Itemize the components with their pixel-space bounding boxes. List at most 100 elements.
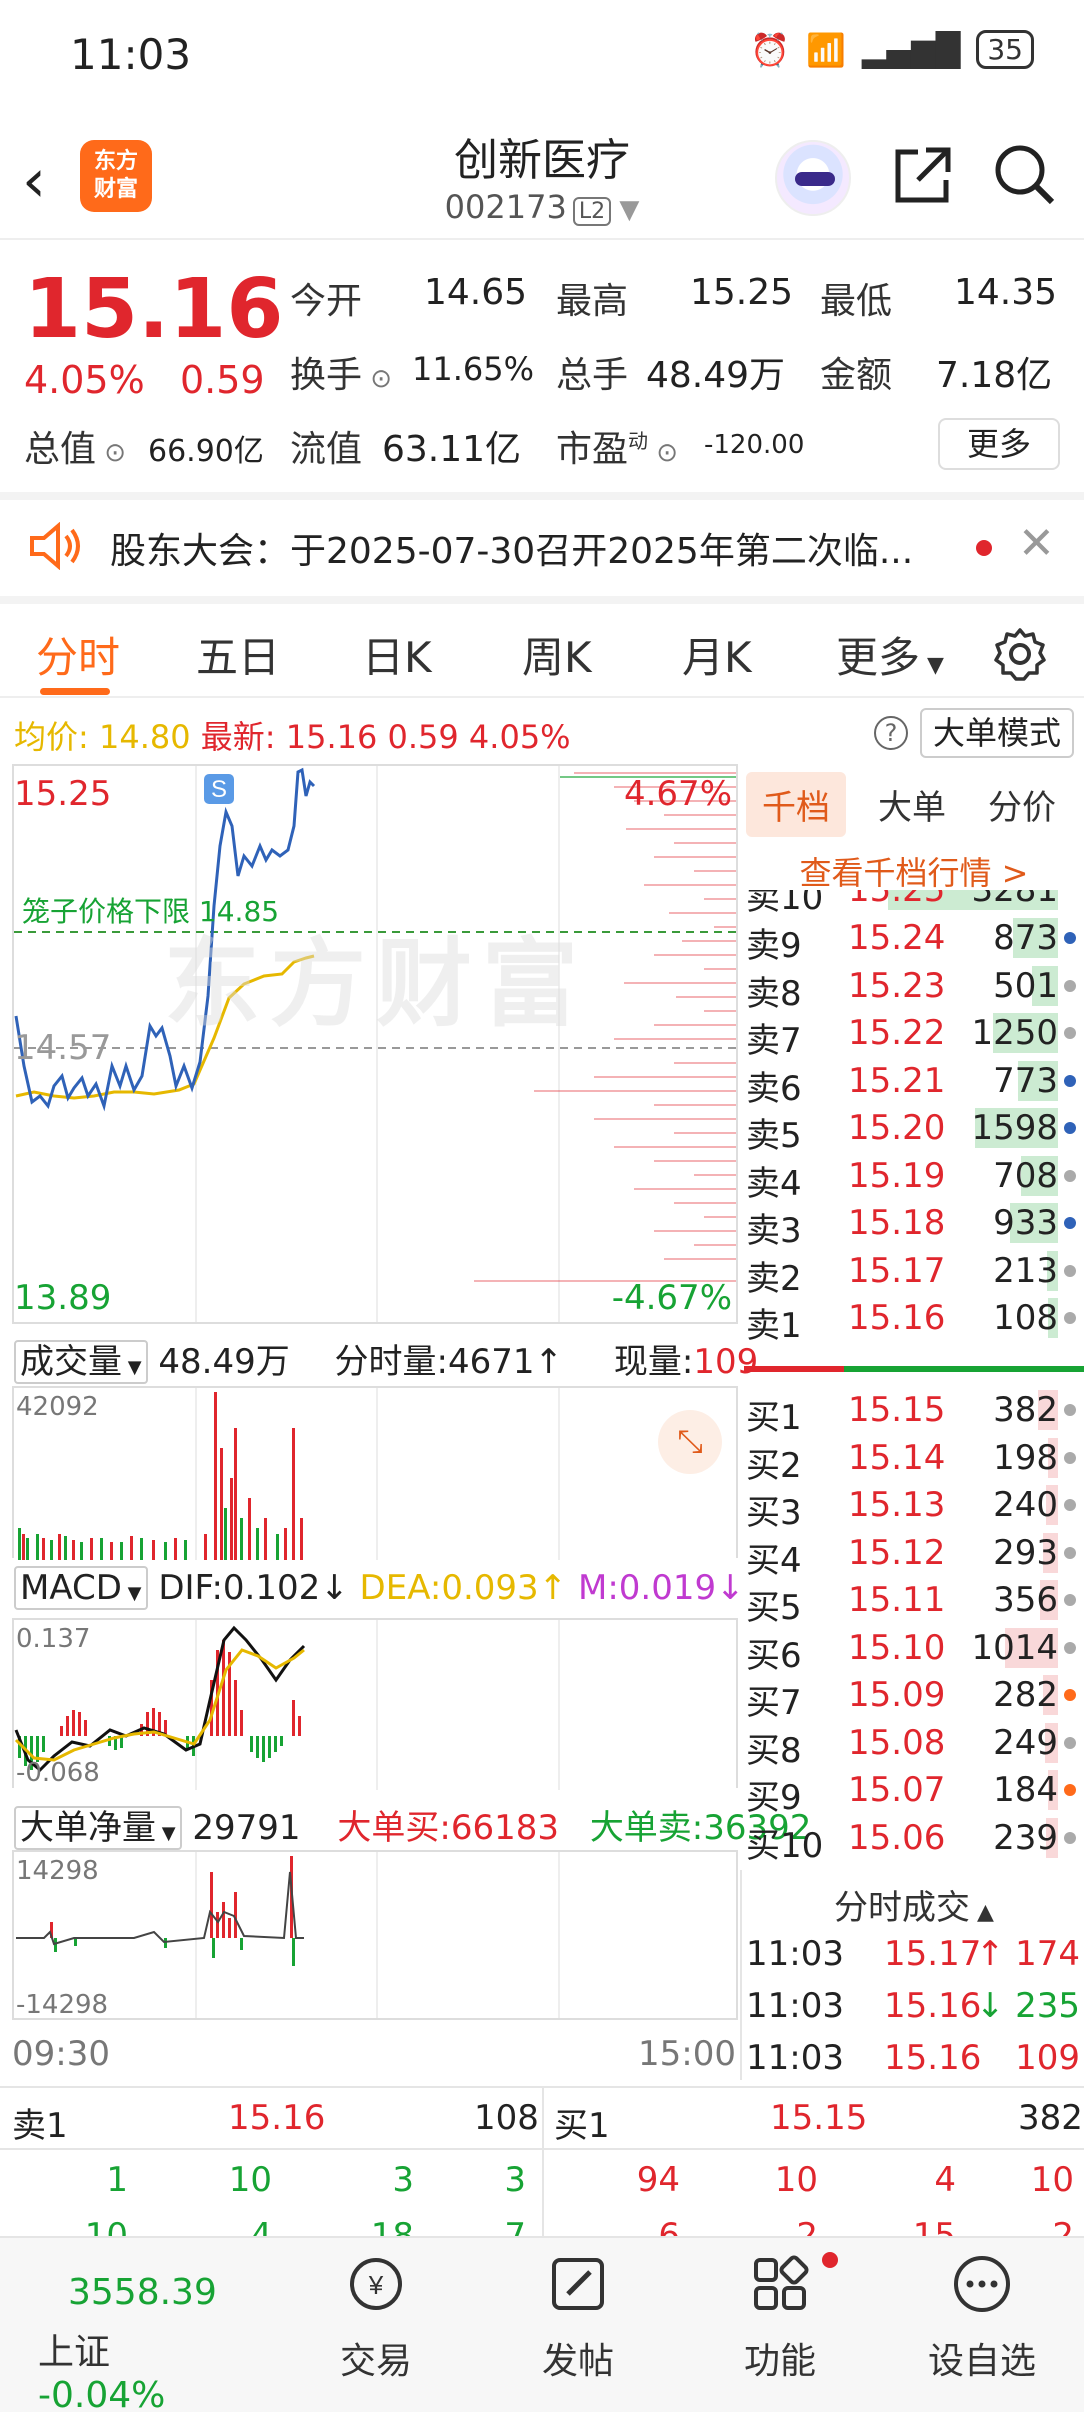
big-order-mode-button[interactable]: 大单模式	[920, 708, 1074, 758]
volume-chart[interactable]: 42092 ⤡	[12, 1386, 738, 1560]
bid-price: 15.09	[848, 1675, 946, 1715]
big-order-bottom-label: -14298	[16, 1990, 109, 2020]
bid-row[interactable]: 买5 15.11 356	[744, 1576, 1084, 1628]
level-badge: L2	[572, 197, 612, 226]
tick-price: 15.16	[884, 1986, 982, 2026]
bid-row[interactable]: 买8 15.08 249	[744, 1719, 1084, 1771]
help-icon[interactable]: ?	[874, 716, 908, 750]
axis-bottom-pct: -4.67%	[611, 1278, 732, 1318]
index-value: 3558.39	[68, 2272, 217, 2313]
ask-row[interactable]: 卖7 15.22 1250	[744, 1009, 1084, 1061]
tab-weekly-k[interactable]: 周K	[522, 624, 592, 685]
index-ticker[interactable]: 3558.39 上证 -0.04%	[12, 2272, 217, 2412]
volume-bars	[18, 1388, 560, 1560]
bid-price: 15.11	[848, 1580, 946, 1620]
bid-row[interactable]: 买9 15.07 184	[744, 1766, 1084, 1818]
macd-indicator-row: MACD ▼ DIF:0.102↓ DEA:0.093↑ M:0.019↓	[14, 1566, 745, 1610]
close-icon[interactable]: ✕	[1018, 518, 1055, 569]
notice-text: 股东大会：于2025-07-30召开2025年第二次临...	[110, 531, 914, 572]
bid-price: 15.07	[848, 1770, 946, 1810]
alarm-icon: ⏰	[750, 30, 791, 69]
big-order-chart[interactable]: 14298 -14298	[12, 1850, 738, 2020]
ask-price: 15.17	[848, 1250, 946, 1291]
ask-row[interactable]: 卖5 15.20 1598	[744, 1104, 1084, 1156]
tab-daily-k[interactable]: 日K	[362, 624, 432, 685]
tick-time: 11:03	[746, 1934, 844, 1974]
ask-row[interactable]: 卖9 15.24 873	[744, 914, 1084, 966]
tick-trades-title[interactable]: 分时成交 ▲	[744, 1880, 1084, 1929]
cage-price-label: 笼子价格下限 14.85	[22, 895, 280, 928]
bid-volume: 382	[993, 1390, 1058, 1430]
view-thousand-level-link[interactable]: 查看千档行情 >	[744, 848, 1084, 894]
tab-more[interactable]: 更多 ▼	[836, 624, 944, 685]
tab-monthly-k[interactable]: 月K	[682, 624, 752, 685]
order-dot-icon	[1064, 1594, 1076, 1606]
s-badge: S	[211, 776, 227, 803]
macd-top-label: 0.137	[16, 1624, 91, 1654]
ask-price: 15.22	[848, 1013, 946, 1053]
tab-price-dist[interactable]: 分价	[988, 780, 1056, 829]
ask-volume: 933	[993, 1203, 1058, 1243]
bid-row[interactable]: 买10 15.06 239	[744, 1814, 1084, 1866]
ask-row[interactable]: 卖2 15.17 213	[744, 1247, 1084, 1299]
macd-chart[interactable]: 0.137 -0.068	[12, 1618, 738, 1790]
ask-level-label: 卖5	[746, 1116, 802, 1156]
tab-big-order[interactable]: 大单	[878, 780, 946, 829]
price-chart[interactable]: S 东方财富 15.25 14.57 13.89 4.67% -4.67% 笼子…	[12, 764, 738, 1324]
expand-icon[interactable]: ⤡	[658, 1410, 722, 1474]
ask-row[interactable]: 卖1 15.16 108	[744, 1294, 1084, 1346]
ask-row[interactable]: 卖6 15.21 773	[744, 1057, 1084, 1109]
chart-header: 均价: 14.80 最新: 15.16 0.59 4.05%	[14, 718, 571, 756]
tab-thousand-level[interactable]: 千档	[746, 772, 846, 837]
amount-value: 7.18亿	[936, 355, 1053, 396]
gear-icon[interactable]	[992, 626, 1048, 682]
ask-row[interactable]: 卖4 15.19 708	[744, 1152, 1084, 1204]
bid-volume: 249	[993, 1722, 1058, 1763]
nav-add-watchlist[interactable]: 设自选	[882, 2252, 1082, 2384]
order-dot-icon	[1064, 1312, 1076, 1324]
time-axis-start: 09:30	[12, 2034, 110, 2074]
nav-trade[interactable]: ¥ 交易	[276, 2252, 476, 2384]
macd-selector[interactable]: MACD ▼	[14, 1566, 148, 1610]
ask-row[interactable]: 卖3 15.18 933	[744, 1199, 1084, 1251]
bid-row[interactable]: 买3 15.13 240	[744, 1481, 1084, 1533]
search-icon[interactable]	[990, 140, 1060, 210]
bid-level-label: 买1	[746, 1398, 802, 1438]
volume-selector[interactable]: 成交量 ▼	[14, 1340, 148, 1384]
nav-post[interactable]: 发帖	[478, 2252, 678, 2384]
order-dot-icon	[1064, 1404, 1076, 1416]
bid-row[interactable]: 买1 15.15 382	[744, 1386, 1084, 1438]
queue-sell-number: 10	[228, 2160, 272, 2200]
order-dot-icon	[1064, 1784, 1076, 1796]
pe-label[interactable]: 市盈动 ⊙	[556, 420, 678, 472]
bt-buy-vol: 382	[1018, 2098, 1083, 2138]
dea-line	[14, 1648, 305, 1762]
bid-volume: 239	[993, 1817, 1058, 1858]
axis-top-price: 15.25	[14, 774, 112, 814]
bid-row[interactable]: 买4 15.12 293	[744, 1529, 1084, 1581]
mktcap-label[interactable]: 总值 ⊙	[24, 420, 126, 472]
ask-price: 15.18	[848, 1203, 946, 1243]
more-button[interactable]: 更多	[938, 418, 1060, 470]
ask-row-partial[interactable]: 卖10 15.25 3281	[744, 890, 1084, 914]
tab-five-day[interactable]: 五日	[196, 624, 280, 685]
turnover-label[interactable]: 换手 ⊙	[290, 346, 392, 398]
unread-dot	[976, 540, 992, 556]
bid-row[interactable]: 买2 15.14 198	[744, 1434, 1084, 1486]
volume-max-label: 42092	[16, 1392, 99, 1422]
robot-assistant-icon[interactable]	[775, 140, 851, 216]
big-order-selector[interactable]: 大单净量 ▼	[14, 1806, 182, 1850]
ask-price: 15.23	[848, 965, 946, 1006]
bid-row[interactable]: 买6 15.10 1014	[744, 1624, 1084, 1676]
bid-level-label: 买9	[746, 1778, 802, 1818]
bid-volume: 282	[993, 1675, 1058, 1715]
notice-bar[interactable]: 股东大会：于2025-07-30召开2025年第二次临... ✕	[0, 498, 1084, 594]
tick-arrow: ↑	[976, 1934, 1005, 1974]
nav-functions[interactable]: 功能	[680, 2252, 880, 2384]
tab-intraday[interactable]: 分时	[36, 624, 120, 685]
bid-row[interactable]: 买7 15.09 282	[744, 1671, 1084, 1723]
share-icon[interactable]	[888, 140, 958, 210]
order-dot-icon	[1064, 1641, 1076, 1654]
order-dot-icon	[1064, 1169, 1076, 1182]
ask-row[interactable]: 卖8 15.23 501	[744, 962, 1084, 1014]
